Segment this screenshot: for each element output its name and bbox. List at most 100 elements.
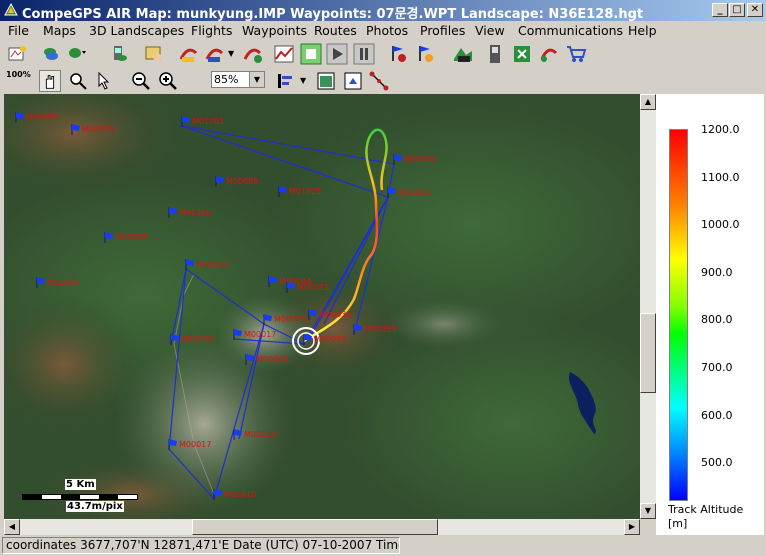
app-icon xyxy=(4,3,18,16)
chevron-down-icon[interactable]: ▼ xyxy=(228,49,234,58)
waypoint-label: M00010 xyxy=(224,490,256,499)
menu-bar: File Maps 3D Landscapes Flights Waypoint… xyxy=(0,21,766,40)
layers-icon[interactable] xyxy=(40,43,62,65)
open-map-icon[interactable] xyxy=(6,43,28,65)
zoom-in-icon[interactable] xyxy=(157,70,179,92)
menu-3d-landscapes[interactable]: 3D Landscapes xyxy=(89,23,184,38)
arrow-left-icon: ◀ xyxy=(8,522,16,531)
legend-tick: 700.0 xyxy=(701,361,733,374)
valley-area xyxy=(384,299,504,349)
waypoint-label: M00006 xyxy=(115,233,147,242)
align-icon[interactable] xyxy=(274,70,296,92)
horizontal-scroll-thumb[interactable] xyxy=(192,519,438,535)
waypoint-label: M00055 xyxy=(364,325,396,334)
map-canvas[interactable]: M00050 M00030 M01001 M00000 M01001 M00688 M010… xyxy=(4,94,640,519)
menu-view[interactable]: View xyxy=(475,23,505,38)
profile-graph-icon[interactable] xyxy=(273,43,295,65)
waypoint-label: M00020 xyxy=(181,335,213,344)
scale-resolution: 43.7m/pix xyxy=(66,501,124,512)
waypoint-edit-icon[interactable] xyxy=(414,43,436,65)
waypoint-label: M00688 xyxy=(226,177,258,186)
vertical-scrollbar[interactable]: ▲ ▼ xyxy=(640,94,656,519)
scroll-up-button[interactable]: ▲ xyxy=(640,94,656,110)
legend-tick: 600.0 xyxy=(701,409,733,422)
legend-unit: [m] xyxy=(668,517,688,530)
waypoint-label: M00100 xyxy=(179,208,211,217)
legend-tick: 1100.0 xyxy=(701,171,740,184)
zoom-value: 85% xyxy=(214,73,239,86)
hand-pan-icon[interactable] xyxy=(39,70,61,92)
main-toolbar: ▼ xyxy=(0,40,766,67)
play-forward-icon[interactable] xyxy=(326,43,348,65)
maximize-icon: □ xyxy=(732,4,742,15)
select-pointer-icon[interactable] xyxy=(93,70,115,92)
menu-communications[interactable]: Communications xyxy=(518,23,623,38)
chevron-down-icon[interactable]: ▼ xyxy=(300,76,306,85)
minimize-button[interactable]: _ xyxy=(712,3,728,17)
close-button[interactable]: ✕ xyxy=(747,3,763,17)
scroll-down-button[interactable]: ▼ xyxy=(640,503,656,519)
menu-file[interactable]: File xyxy=(8,23,29,38)
legend-tick: 1000.0 xyxy=(701,218,740,231)
shop-cart-icon[interactable] xyxy=(565,43,587,65)
legend-tick: 1200.0 xyxy=(701,123,740,136)
waypoint-label: M00040 xyxy=(256,355,288,364)
waypoint-label: M00025 xyxy=(274,315,306,324)
menu-photos[interactable]: Photos xyxy=(366,23,408,38)
waypoint-label: M01001 xyxy=(398,188,430,197)
zoom-select[interactable]: 85% ▼ xyxy=(211,71,265,88)
waypoint-label: M01001 xyxy=(192,117,224,126)
zoom-out-icon[interactable] xyxy=(130,70,152,92)
gps-icon[interactable] xyxy=(108,43,130,65)
flight-track-icon[interactable] xyxy=(242,43,264,65)
scroll-right-button[interactable]: ▶ xyxy=(624,519,640,535)
maximize-button[interactable]: □ xyxy=(729,3,745,17)
screenshot-icon[interactable] xyxy=(342,70,364,92)
waypoint-label: M00017 xyxy=(244,330,276,339)
status-bar: coordinates 3677,707'N 12871,471'E Date … xyxy=(0,536,766,556)
menu-profiles[interactable]: Profiles xyxy=(420,23,465,38)
menu-flights[interactable]: Flights xyxy=(191,23,232,38)
zoom-area-icon[interactable] xyxy=(67,70,89,92)
excel-export-icon[interactable] xyxy=(511,43,533,65)
view-toolbar: 100% 85% ▼ ▼ xyxy=(0,67,766,94)
waypoint-label: M00030 xyxy=(319,310,351,319)
map-select-icon[interactable] xyxy=(66,43,88,65)
hand-map-icon[interactable] xyxy=(143,43,165,65)
measure-distance-icon[interactable] xyxy=(368,70,390,92)
map-svg[interactable]: M00050 M00030 M01001 M00000 M01001 M00688 M010… xyxy=(4,94,640,519)
device-icon[interactable] xyxy=(484,43,506,65)
3d-view-icon[interactable] xyxy=(452,43,474,65)
zoom-100-label: 100% xyxy=(6,70,31,79)
zoom-100-button[interactable]: 100% xyxy=(6,70,31,92)
pause-icon[interactable] xyxy=(353,43,375,65)
map-window-icon[interactable] xyxy=(315,70,337,92)
waypoint-add-icon[interactable] xyxy=(387,43,409,65)
menu-waypoints[interactable]: Waypoints xyxy=(242,23,307,38)
altitude-legend: 1200.0 1100.0 1000.0 900.0 800.0 700.0 6… xyxy=(656,94,764,535)
vertical-scroll-thumb[interactable] xyxy=(640,313,656,393)
menu-maps[interactable]: Maps xyxy=(43,23,76,38)
waypoint-label: M00011 xyxy=(297,283,329,292)
minimize-icon: _ xyxy=(717,4,723,15)
scroll-left-button[interactable]: ◀ xyxy=(4,519,20,535)
waypoint-label: M00000 xyxy=(404,155,436,164)
window-title: CompeGPS AIR Map: munkyung.IMP Waypoints… xyxy=(22,7,644,22)
scale-distance: 5 Km xyxy=(65,479,96,490)
waypoint-label: M01025 xyxy=(289,187,321,196)
flight-save-icon[interactable] xyxy=(204,43,226,65)
chevron-down-icon[interactable]: ▼ xyxy=(249,72,264,87)
waypoint-label: M00033 xyxy=(196,260,228,269)
connect-icon[interactable] xyxy=(538,43,560,65)
play-icon[interactable] xyxy=(300,43,322,65)
waypoint-label: M00017 xyxy=(179,440,211,449)
close-icon: ✕ xyxy=(750,4,760,15)
horizontal-scrollbar[interactable]: ◀ ▶ xyxy=(4,519,640,535)
menu-routes[interactable]: Routes xyxy=(314,23,357,38)
waypoint-label: M00050 xyxy=(314,335,346,344)
title-bar: CompeGPS AIR Map: munkyung.IMP Waypoints… xyxy=(0,0,766,22)
menu-help[interactable]: Help xyxy=(628,23,657,38)
flight-open-icon[interactable] xyxy=(178,43,200,65)
legend-tick: 500.0 xyxy=(701,456,733,469)
waypoint-label: M00050 xyxy=(26,113,58,122)
